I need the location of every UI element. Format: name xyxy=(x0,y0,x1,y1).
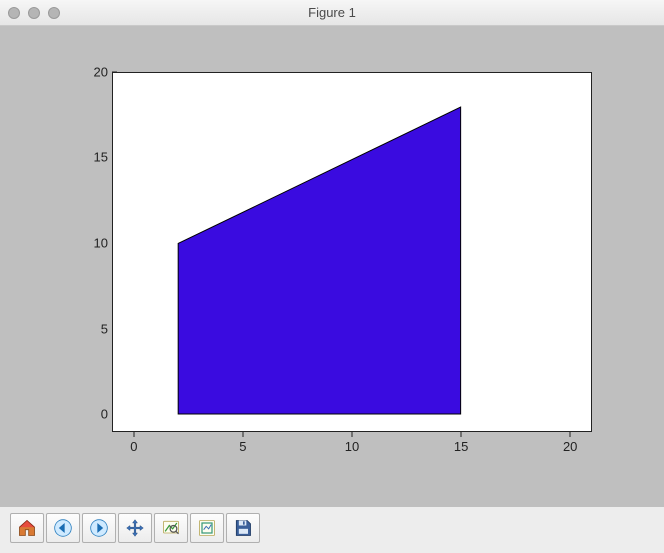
xtick-label: 5 xyxy=(228,439,258,454)
zoom-window-icon[interactable] xyxy=(48,7,60,19)
move-icon xyxy=(125,518,145,538)
xtick-label: 20 xyxy=(555,439,585,454)
close-icon[interactable] xyxy=(8,7,20,19)
subplots-button[interactable] xyxy=(190,513,224,543)
xtick-mark xyxy=(570,432,571,437)
traffic-lights xyxy=(8,7,60,19)
toolbar xyxy=(8,511,262,545)
xtick-label: 10 xyxy=(337,439,367,454)
figure-pane: 0 5 10 15 20 0 5 10 15 20 xyxy=(0,26,664,507)
save-icon xyxy=(233,518,253,538)
xtick-mark xyxy=(133,432,134,437)
arrow-right-icon xyxy=(89,518,109,538)
arrow-left-icon xyxy=(53,518,73,538)
home-icon xyxy=(17,518,37,538)
xtick-label: 15 xyxy=(446,439,476,454)
subplots-icon xyxy=(197,518,217,538)
back-button[interactable] xyxy=(46,513,80,543)
ytick-label: 5 xyxy=(52,321,108,336)
titlebar: Figure 1 xyxy=(0,0,664,26)
ytick-label: 20 xyxy=(52,64,108,79)
ytick-label: 15 xyxy=(52,150,108,165)
polygon-chart xyxy=(113,73,591,431)
xtick-mark xyxy=(242,432,243,437)
home-button[interactable] xyxy=(10,513,44,543)
xtick-mark xyxy=(461,432,462,437)
ytick-label: 10 xyxy=(52,235,108,250)
xtick-label: 0 xyxy=(119,439,149,454)
save-button[interactable] xyxy=(226,513,260,543)
plot-axes[interactable] xyxy=(112,72,592,432)
zoom-rect-icon xyxy=(161,518,181,538)
zoom-button[interactable] xyxy=(154,513,188,543)
pan-button[interactable] xyxy=(118,513,152,543)
window-title: Figure 1 xyxy=(0,5,664,20)
xtick-mark xyxy=(352,432,353,437)
forward-button[interactable] xyxy=(82,513,116,543)
ytick-label: 0 xyxy=(52,407,108,422)
minimize-icon[interactable] xyxy=(28,7,40,19)
plot-wrap: 0 5 10 15 20 0 5 10 15 20 xyxy=(52,57,612,477)
